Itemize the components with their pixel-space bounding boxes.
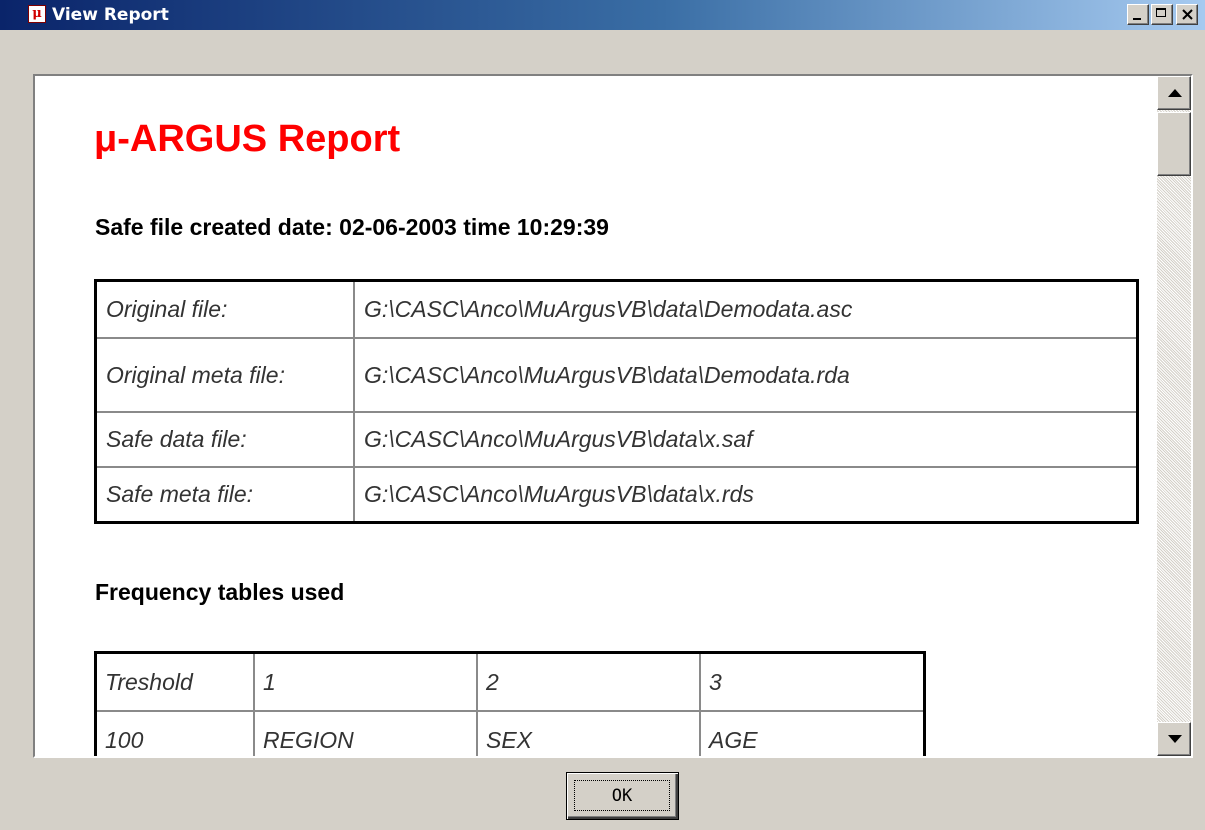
header-cell: 2	[476, 651, 701, 712]
file-path: G:\CASC\Anco\MuArgusVB\data\x.saf	[353, 411, 1139, 468]
frequency-tables-heading: Frequency tables used	[95, 579, 345, 605]
table-header-row: Treshold 1 2 3	[94, 651, 926, 712]
report-document: μ-ARGUS Report Safe file created date: 0…	[35, 76, 1155, 756]
table-row: Original meta file: G:\CASC\Anco\MuArgus…	[94, 337, 1139, 413]
table-cell: AGE	[699, 710, 926, 756]
table-row: Safe data file: G:\CASC\Anco\MuArgusVB\d…	[94, 411, 1139, 468]
arrow-down-icon	[1168, 735, 1182, 743]
vertical-scrollbar[interactable]	[1157, 76, 1191, 756]
scroll-thumb[interactable]	[1157, 112, 1191, 176]
table-row: Original file: G:\CASC\Anco\MuArgusVB\da…	[94, 279, 1139, 339]
minimize-button[interactable]	[1127, 4, 1149, 25]
report-title: μ-ARGUS Report	[94, 118, 401, 160]
arrow-up-icon	[1168, 89, 1182, 97]
report-viewer[interactable]: μ-ARGUS Report Safe file created date: 0…	[33, 74, 1193, 758]
file-label: Original file:	[94, 279, 355, 339]
ok-button-label: OK	[574, 780, 670, 811]
header-cell: 1	[253, 651, 478, 712]
app-icon[interactable]: μ	[28, 5, 46, 23]
table-row: Safe meta file: G:\CASC\Anco\MuArgusVB\d…	[94, 466, 1139, 524]
close-icon	[1182, 9, 1193, 20]
file-path: G:\CASC\Anco\MuArgusVB\data\Demodata.rda	[353, 337, 1139, 413]
files-table: Original file: G:\CASC\Anco\MuArgusVB\da…	[94, 279, 1139, 524]
scroll-up-button[interactable]	[1157, 76, 1191, 110]
file-path: G:\CASC\Anco\MuArgusVB\data\x.rds	[353, 466, 1139, 524]
window-title: View Report	[52, 5, 169, 25]
frequency-table: Treshold 1 2 3 100 REGION SEX AGE	[94, 651, 926, 756]
scroll-down-button[interactable]	[1157, 722, 1191, 756]
file-label: Safe meta file:	[94, 466, 355, 524]
maximize-button[interactable]	[1151, 4, 1173, 25]
title-bar[interactable]: μ View Report	[0, 0, 1205, 30]
file-label: Safe data file:	[94, 411, 355, 468]
table-cell: 100	[94, 710, 255, 756]
table-row: 100 REGION SEX AGE	[94, 710, 926, 756]
table-cell: SEX	[476, 710, 701, 756]
header-cell: 3	[699, 651, 926, 712]
header-cell: Treshold	[94, 651, 255, 712]
file-label: Original meta file:	[94, 337, 355, 413]
table-cell: REGION	[253, 710, 478, 756]
created-date-line: Safe file created date: 02-06-2003 time …	[95, 214, 609, 240]
ok-button[interactable]: OK	[566, 772, 679, 820]
close-button[interactable]	[1176, 4, 1198, 25]
file-path: G:\CASC\Anco\MuArgusVB\data\Demodata.asc	[353, 279, 1139, 339]
